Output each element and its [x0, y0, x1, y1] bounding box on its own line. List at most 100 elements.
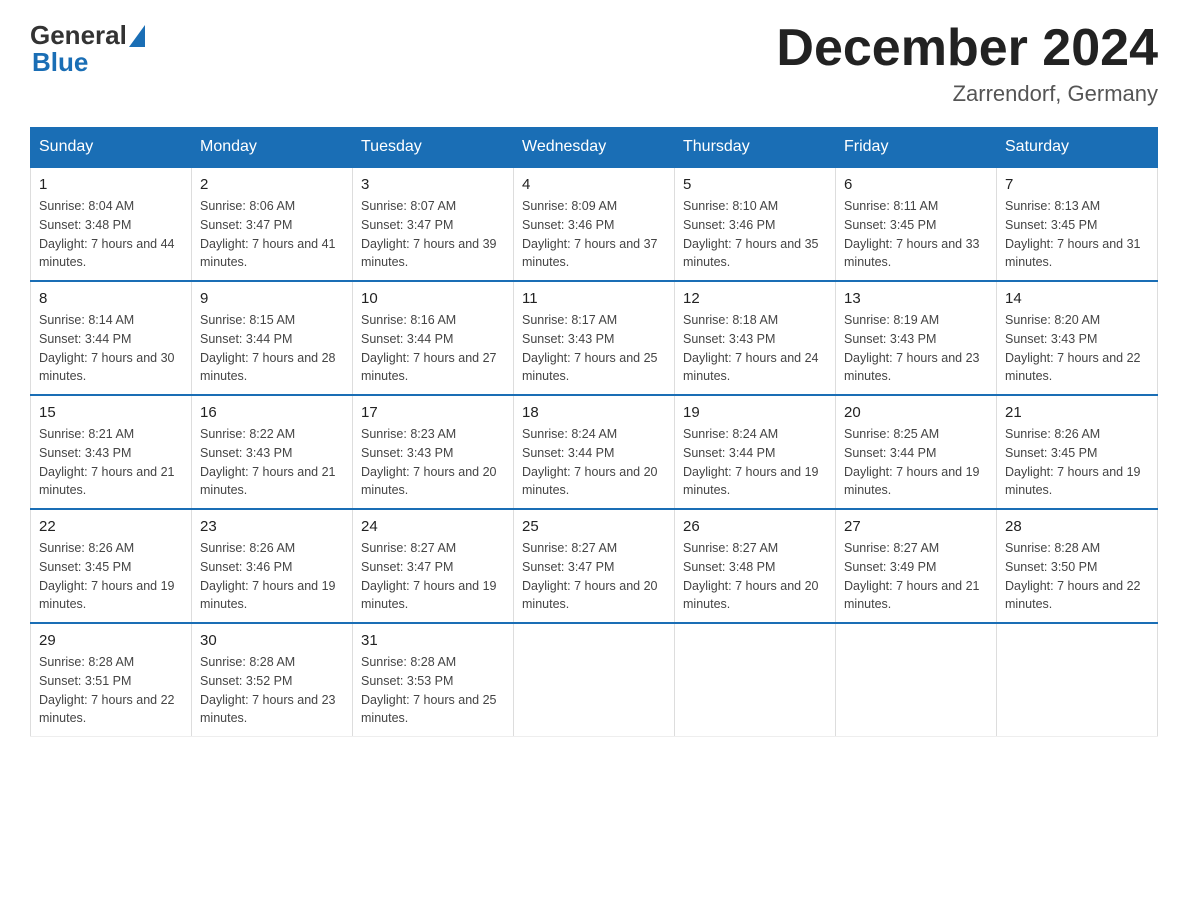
logo-triangle-icon [129, 25, 145, 47]
calendar-cell: 31 Sunrise: 8:28 AMSunset: 3:53 PMDayligh… [353, 623, 514, 737]
calendar-cell: 16 Sunrise: 8:22 AMSunset: 3:43 PMDayligh… [192, 395, 353, 509]
calendar-title: December 2024 [776, 20, 1158, 77]
day-info: Sunrise: 8:17 AMSunset: 3:43 PMDaylight:… [522, 311, 666, 386]
day-number: 29 [39, 632, 183, 649]
day-number: 19 [683, 404, 827, 421]
day-number: 10 [361, 290, 505, 307]
calendar-week-row: 29 Sunrise: 8:28 AMSunset: 3:51 PMDayligh… [31, 623, 1158, 737]
calendar-cell: 8Sunrise: 8:14 AMSunset: 3:44 PMDaylight… [31, 281, 192, 395]
day-number: 11 [522, 290, 666, 307]
calendar-cell: 27 Sunrise: 8:27 AMSunset: 3:49 PMDayligh… [836, 509, 997, 623]
calendar-cell: 10 Sunrise: 8:16 AMSunset: 3:44 PMDayligh… [353, 281, 514, 395]
day-info: Sunrise: 8:20 AMSunset: 3:43 PMDaylight:… [1005, 311, 1149, 386]
day-info: Sunrise: 8:13 AMSunset: 3:45 PMDaylight:… [1005, 197, 1149, 272]
calendar-cell [997, 623, 1158, 737]
calendar-cell: 4Sunrise: 8:09 AMSunset: 3:46 PMDaylight… [514, 167, 675, 281]
day-number: 23 [200, 518, 344, 535]
calendar-cell: 29 Sunrise: 8:28 AMSunset: 3:51 PMDayligh… [31, 623, 192, 737]
calendar-cell: 18 Sunrise: 8:24 AMSunset: 3:44 PMDayligh… [514, 395, 675, 509]
day-info: Sunrise: 8:28 AMSunset: 3:53 PMDaylight:… [361, 653, 505, 728]
day-info: Sunrise: 8:28 AMSunset: 3:51 PMDaylight:… [39, 653, 183, 728]
column-header-monday: Monday [192, 128, 353, 168]
day-number: 15 [39, 404, 183, 421]
calendar-cell: 25 Sunrise: 8:27 AMSunset: 3:47 PMDayligh… [514, 509, 675, 623]
day-number: 22 [39, 518, 183, 535]
day-number: 2 [200, 176, 344, 193]
location-subtitle: Zarrendorf, Germany [776, 81, 1158, 107]
calendar-cell: 22 Sunrise: 8:26 AMSunset: 3:45 PMDayligh… [31, 509, 192, 623]
day-number: 9 [200, 290, 344, 307]
day-info: Sunrise: 8:22 AMSunset: 3:43 PMDaylight:… [200, 425, 344, 500]
column-header-wednesday: Wednesday [514, 128, 675, 168]
day-info: Sunrise: 8:24 AMSunset: 3:44 PMDaylight:… [683, 425, 827, 500]
day-number: 27 [844, 518, 988, 535]
title-section: December 2024 Zarrendorf, Germany [776, 20, 1158, 107]
column-header-sunday: Sunday [31, 128, 192, 168]
calendar-cell: 28 Sunrise: 8:28 AMSunset: 3:50 PMDayligh… [997, 509, 1158, 623]
day-info: Sunrise: 8:27 AMSunset: 3:49 PMDaylight:… [844, 539, 988, 614]
calendar-cell: 21Sunrise: 8:26 AMSunset: 3:45 PMDayligh… [997, 395, 1158, 509]
day-number: 5 [683, 176, 827, 193]
calendar-cell [514, 623, 675, 737]
day-number: 7 [1005, 176, 1149, 193]
day-info: Sunrise: 8:21 AMSunset: 3:43 PMDaylight:… [39, 425, 183, 500]
logo-blue-text: Blue [32, 47, 88, 78]
day-number: 4 [522, 176, 666, 193]
day-info: Sunrise: 8:15 AMSunset: 3:44 PMDaylight:… [200, 311, 344, 386]
logo: General Blue [30, 20, 145, 78]
column-header-tuesday: Tuesday [353, 128, 514, 168]
day-info: Sunrise: 8:16 AMSunset: 3:44 PMDaylight:… [361, 311, 505, 386]
calendar-cell: 7 Sunrise: 8:13 AMSunset: 3:45 PMDaylight… [997, 167, 1158, 281]
day-number: 28 [1005, 518, 1149, 535]
calendar-cell: 19 Sunrise: 8:24 AMSunset: 3:44 PMDayligh… [675, 395, 836, 509]
day-number: 6 [844, 176, 988, 193]
calendar-cell: 5 Sunrise: 8:10 AMSunset: 3:46 PMDaylight… [675, 167, 836, 281]
calendar-cell: 9 Sunrise: 8:15 AMSunset: 3:44 PMDaylight… [192, 281, 353, 395]
day-info: Sunrise: 8:25 AMSunset: 3:44 PMDaylight:… [844, 425, 988, 500]
day-number: 1 [39, 176, 183, 193]
calendar-cell: 12Sunrise: 8:18 AMSunset: 3:43 PMDayligh… [675, 281, 836, 395]
calendar-cell: 1Sunrise: 8:04 AMSunset: 3:48 PMDaylight… [31, 167, 192, 281]
column-header-saturday: Saturday [997, 128, 1158, 168]
day-info: Sunrise: 8:27 AMSunset: 3:47 PMDaylight:… [361, 539, 505, 614]
calendar-week-row: 22 Sunrise: 8:26 AMSunset: 3:45 PMDayligh… [31, 509, 1158, 623]
calendar-week-row: 1Sunrise: 8:04 AMSunset: 3:48 PMDaylight… [31, 167, 1158, 281]
calendar-cell: 30Sunrise: 8:28 AMSunset: 3:52 PMDayligh… [192, 623, 353, 737]
calendar-cell: 11 Sunrise: 8:17 AMSunset: 3:43 PMDayligh… [514, 281, 675, 395]
day-number: 25 [522, 518, 666, 535]
calendar-cell [836, 623, 997, 737]
column-header-friday: Friday [836, 128, 997, 168]
calendar-cell [675, 623, 836, 737]
day-number: 3 [361, 176, 505, 193]
day-info: Sunrise: 8:23 AMSunset: 3:43 PMDaylight:… [361, 425, 505, 500]
calendar-cell: 23Sunrise: 8:26 AMSunset: 3:46 PMDayligh… [192, 509, 353, 623]
day-info: Sunrise: 8:26 AMSunset: 3:45 PMDaylight:… [1005, 425, 1149, 500]
day-info: Sunrise: 8:26 AMSunset: 3:45 PMDaylight:… [39, 539, 183, 614]
calendar-week-row: 8Sunrise: 8:14 AMSunset: 3:44 PMDaylight… [31, 281, 1158, 395]
calendar-cell: 17 Sunrise: 8:23 AMSunset: 3:43 PMDayligh… [353, 395, 514, 509]
page-header: General Blue December 2024 Zarrendorf, G… [30, 20, 1158, 107]
day-number: 20 [844, 404, 988, 421]
day-number: 24 [361, 518, 505, 535]
calendar-table: SundayMondayTuesdayWednesdayThursdayFrid… [30, 127, 1158, 737]
calendar-cell: 2Sunrise: 8:06 AMSunset: 3:47 PMDaylight… [192, 167, 353, 281]
day-info: Sunrise: 8:10 AMSunset: 3:46 PMDaylight:… [683, 197, 827, 272]
calendar-header-row: SundayMondayTuesdayWednesdayThursdayFrid… [31, 128, 1158, 168]
calendar-cell: 14Sunrise: 8:20 AMSunset: 3:43 PMDayligh… [997, 281, 1158, 395]
calendar-cell: 24 Sunrise: 8:27 AMSunset: 3:47 PMDayligh… [353, 509, 514, 623]
day-number: 17 [361, 404, 505, 421]
day-info: Sunrise: 8:28 AMSunset: 3:50 PMDaylight:… [1005, 539, 1149, 614]
day-number: 31 [361, 632, 505, 649]
day-number: 18 [522, 404, 666, 421]
calendar-cell: 15 Sunrise: 8:21 AMSunset: 3:43 PMDayligh… [31, 395, 192, 509]
day-number: 8 [39, 290, 183, 307]
day-number: 13 [844, 290, 988, 307]
calendar-cell: 26Sunrise: 8:27 AMSunset: 3:48 PMDayligh… [675, 509, 836, 623]
day-info: Sunrise: 8:24 AMSunset: 3:44 PMDaylight:… [522, 425, 666, 500]
calendar-cell: 20 Sunrise: 8:25 AMSunset: 3:44 PMDayligh… [836, 395, 997, 509]
day-info: Sunrise: 8:28 AMSunset: 3:52 PMDaylight:… [200, 653, 344, 728]
day-info: Sunrise: 8:11 AMSunset: 3:45 PMDaylight:… [844, 197, 988, 272]
day-info: Sunrise: 8:27 AMSunset: 3:47 PMDaylight:… [522, 539, 666, 614]
day-number: 16 [200, 404, 344, 421]
column-header-thursday: Thursday [675, 128, 836, 168]
